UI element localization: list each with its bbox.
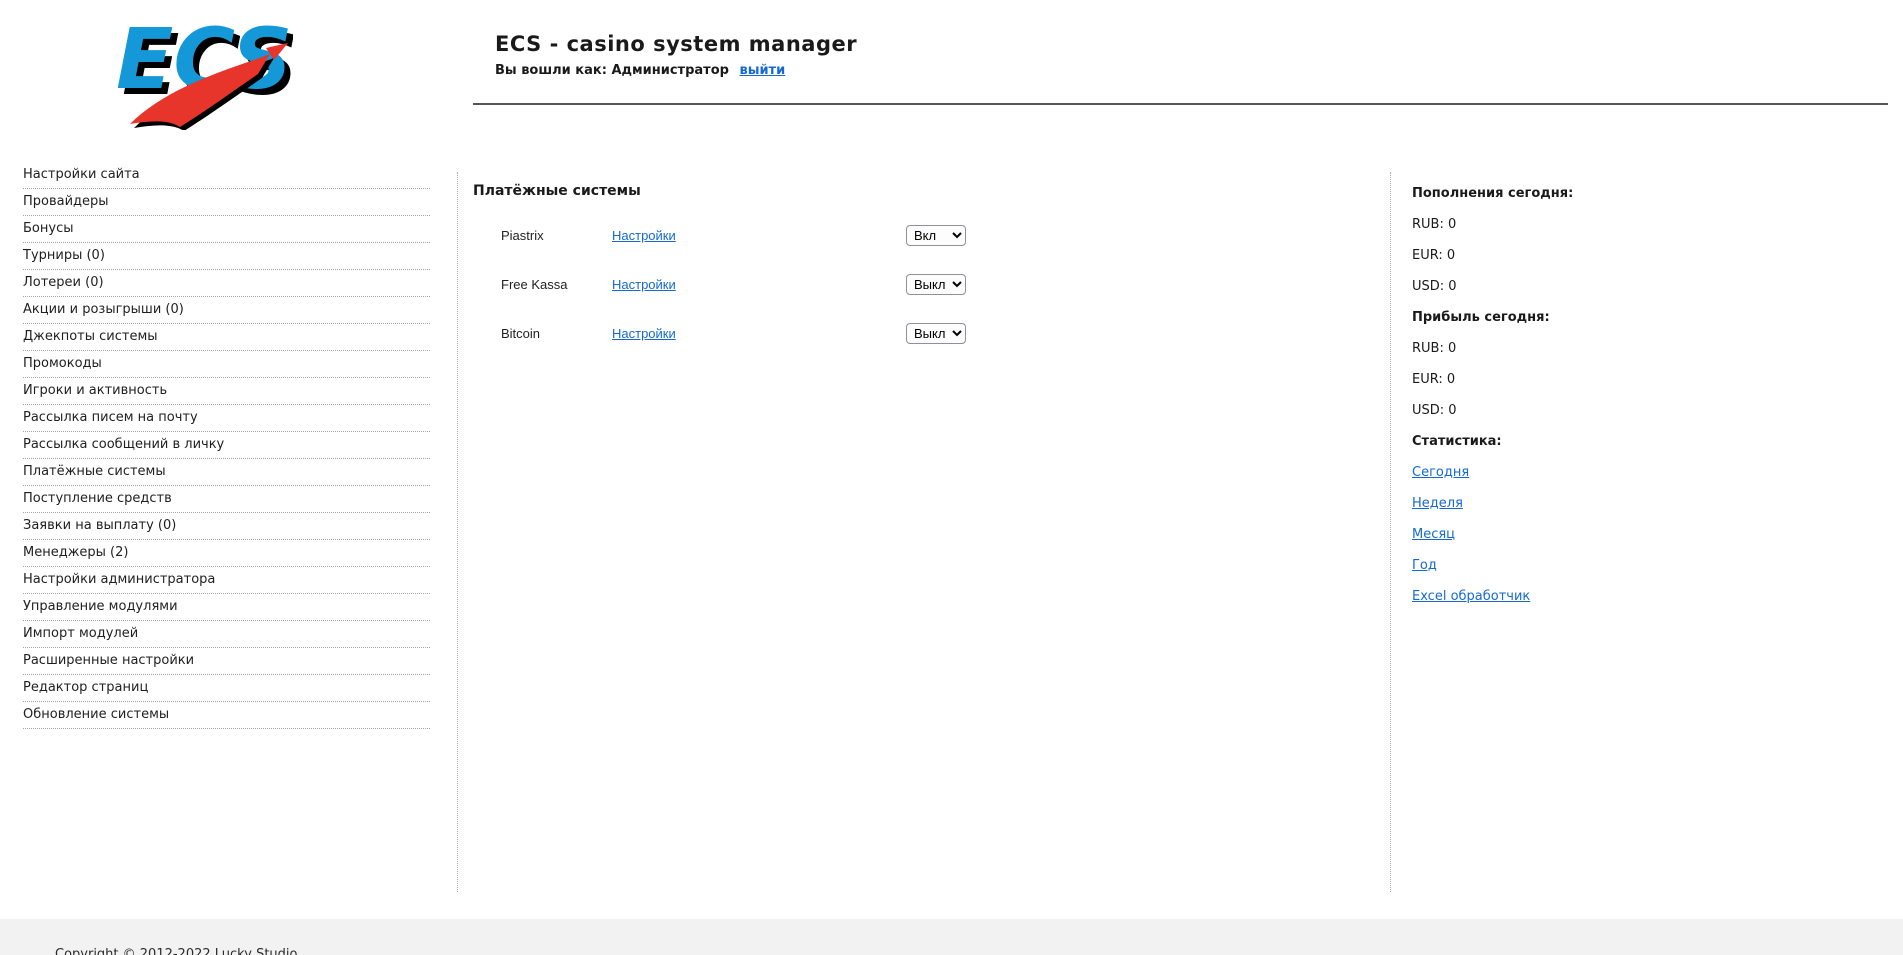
payment-row-freekassa: Free Kassa Настройки Выкл: [473, 273, 1373, 295]
payment-state-select[interactable]: Выкл: [906, 273, 966, 295]
sidebar-item-site-settings[interactable]: Настройки сайта: [23, 162, 430, 189]
payment-systems-panel: Платёжные системы Piastrix Настройки Вкл…: [473, 183, 1373, 372]
sidebar-item-payout-requests[interactable]: Заявки на выплату (0): [23, 513, 430, 540]
sidebar-item-jackpots[interactable]: Джекпоты системы: [23, 324, 430, 351]
stats-link-year[interactable]: Год: [1412, 558, 1437, 573]
sidebar-item-promotions[interactable]: Акции и розыгрыши (0): [23, 297, 430, 324]
stats-link-today[interactable]: Сегодня: [1412, 465, 1469, 480]
sidebar-item-incoming-funds[interactable]: Поступление средств: [23, 486, 430, 513]
sidebar-item-lotteries[interactable]: Лотереи (0): [23, 270, 430, 297]
profit-today-title: Прибыль сегодня:: [1412, 310, 1550, 325]
stats-link-excel[interactable]: Excel обработчик: [1412, 589, 1530, 604]
divider-left: [457, 172, 458, 892]
ecs-logo[interactable]: ECS ECS: [108, 10, 293, 130]
profit-eur: EUR: 0: [1412, 372, 1456, 387]
payment-state-select[interactable]: Выкл: [906, 322, 966, 344]
sidebar-item-admin-settings[interactable]: Настройки администратора: [23, 567, 430, 594]
stats-panel: Пополнения сегодня: RUB: 0 EUR: 0 USD: 0…: [1412, 186, 1712, 620]
sidebar-item-payment-systems[interactable]: Платёжные системы: [23, 459, 430, 486]
stats-link-month[interactable]: Месяц: [1412, 527, 1455, 542]
login-status: Вы вошли как: Администратор выйти: [495, 63, 857, 78]
payment-state-select[interactable]: Вкл: [906, 224, 966, 246]
stats-link-week[interactable]: Неделя: [1412, 496, 1463, 511]
sidebar-item-email-mailing[interactable]: Рассылка писем на почту: [23, 405, 430, 432]
sidebar-item-pm-mailing[interactable]: Рассылка сообщений в личку: [23, 432, 430, 459]
payment-settings-link[interactable]: Настройки: [612, 277, 676, 292]
payment-row-bitcoin: Bitcoin Настройки Выкл: [473, 322, 1373, 344]
login-status-label: Вы вошли как: Администратор: [495, 63, 729, 78]
admin-page: ECS ECS ECS - casino system manager Вы в…: [0, 0, 1903, 955]
copyright-text: Copyright © 2012-2022 Lucky Studio: [55, 947, 298, 955]
profit-usd: USD: 0: [1412, 403, 1457, 418]
deposits-eur: EUR: 0: [1412, 248, 1456, 263]
sidebar-item-page-editor[interactable]: Редактор страниц: [23, 675, 430, 702]
sidebar-item-advanced-settings[interactable]: Расширенные настройки: [23, 648, 430, 675]
footer: Copyright © 2012-2022 Lucky Studio: [0, 919, 1903, 955]
page-title: ECS - casino system manager: [495, 32, 858, 56]
header-divider: [473, 103, 1888, 105]
payment-row-piastrix: Piastrix Настройки Вкл: [473, 224, 1373, 246]
statistics-title: Статистика:: [1412, 434, 1502, 449]
sidebar-menu: Настройки сайта Провайдеры Бонусы Турнир…: [23, 162, 430, 729]
sidebar-item-module-management[interactable]: Управление модулями: [23, 594, 430, 621]
sidebar-item-players-activity[interactable]: Игроки и активность: [23, 378, 430, 405]
sidebar-item-providers[interactable]: Провайдеры: [23, 189, 430, 216]
payment-name: Free Kassa: [501, 276, 568, 292]
sidebar-item-tournaments[interactable]: Турниры (0): [23, 243, 430, 270]
payment-name: Piastrix: [501, 227, 544, 243]
sidebar-item-managers[interactable]: Менеджеры (2): [23, 540, 430, 567]
deposits-usd: USD: 0: [1412, 279, 1457, 294]
panel-title: Платёжные системы: [473, 183, 641, 199]
logout-link[interactable]: выйти: [739, 63, 785, 78]
deposits-rub: RUB: 0: [1412, 217, 1457, 232]
sidebar-item-system-update[interactable]: Обновление системы: [23, 702, 430, 729]
divider-right: [1390, 172, 1391, 892]
sidebar-item-module-import[interactable]: Импорт модулей: [23, 621, 430, 648]
profit-rub: RUB: 0: [1412, 341, 1457, 356]
deposits-today-title: Пополнения сегодня:: [1412, 186, 1574, 201]
payment-settings-link[interactable]: Настройки: [612, 326, 676, 341]
header: ECS - casino system manager Вы вошли как…: [495, 32, 857, 78]
sidebar-item-promocodes[interactable]: Промокоды: [23, 351, 430, 378]
payment-settings-link[interactable]: Настройки: [612, 228, 676, 243]
sidebar-item-bonuses[interactable]: Бонусы: [23, 216, 430, 243]
payment-name: Bitcoin: [501, 325, 541, 341]
